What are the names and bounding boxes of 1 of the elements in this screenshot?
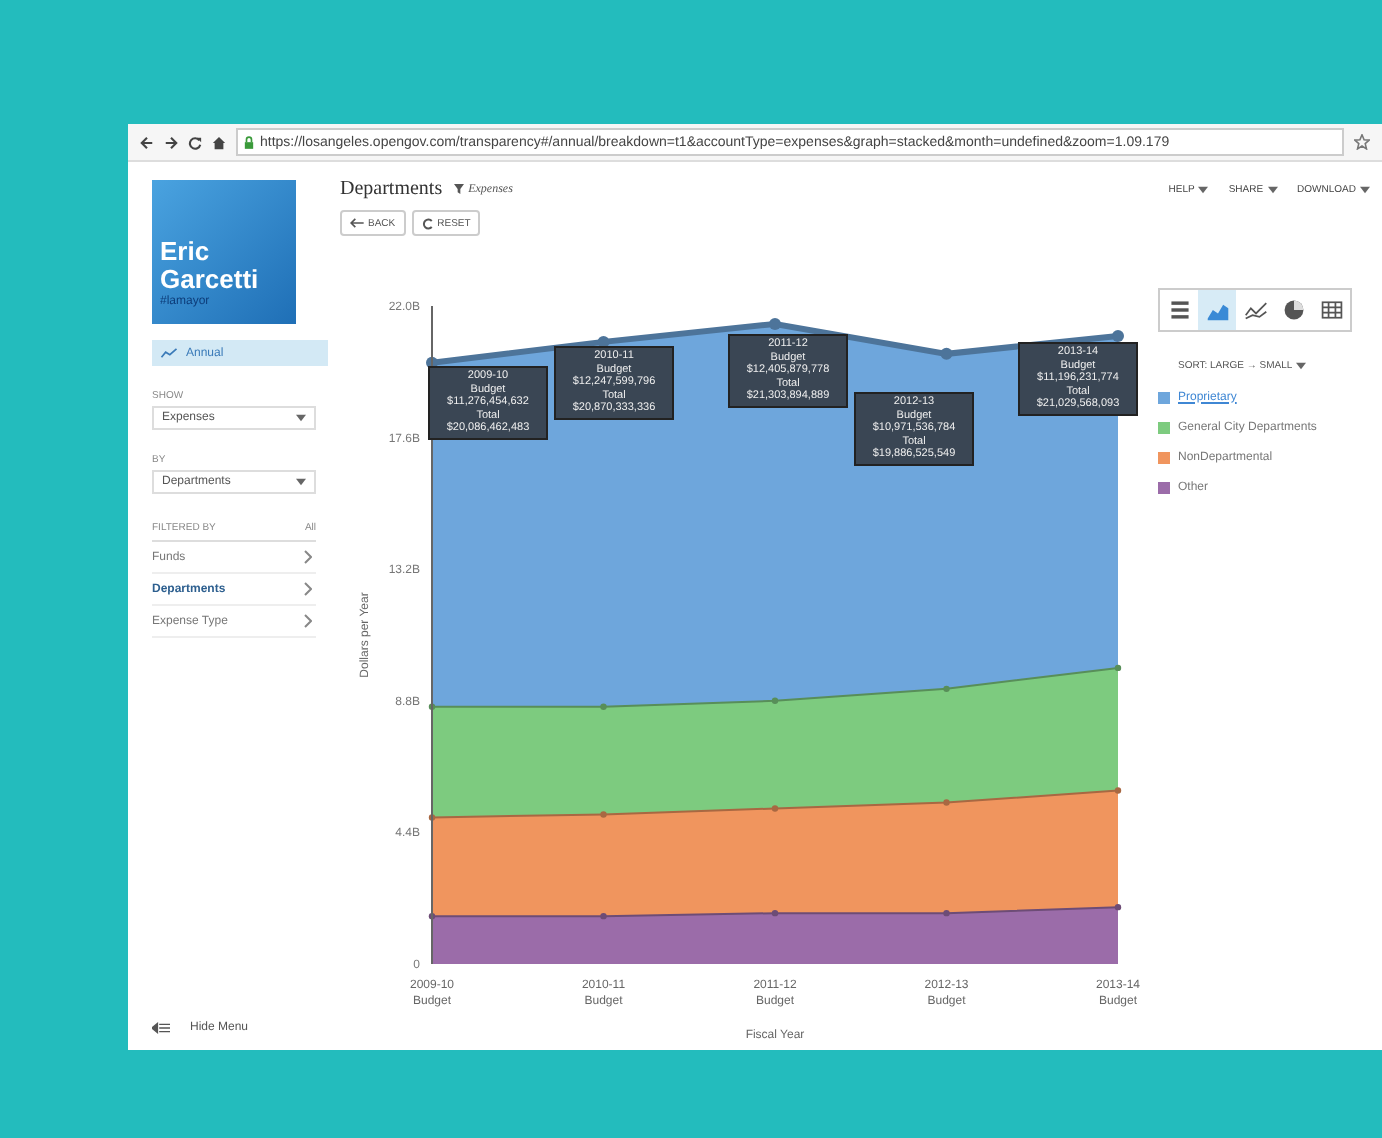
page-title: Departments (340, 178, 443, 200)
